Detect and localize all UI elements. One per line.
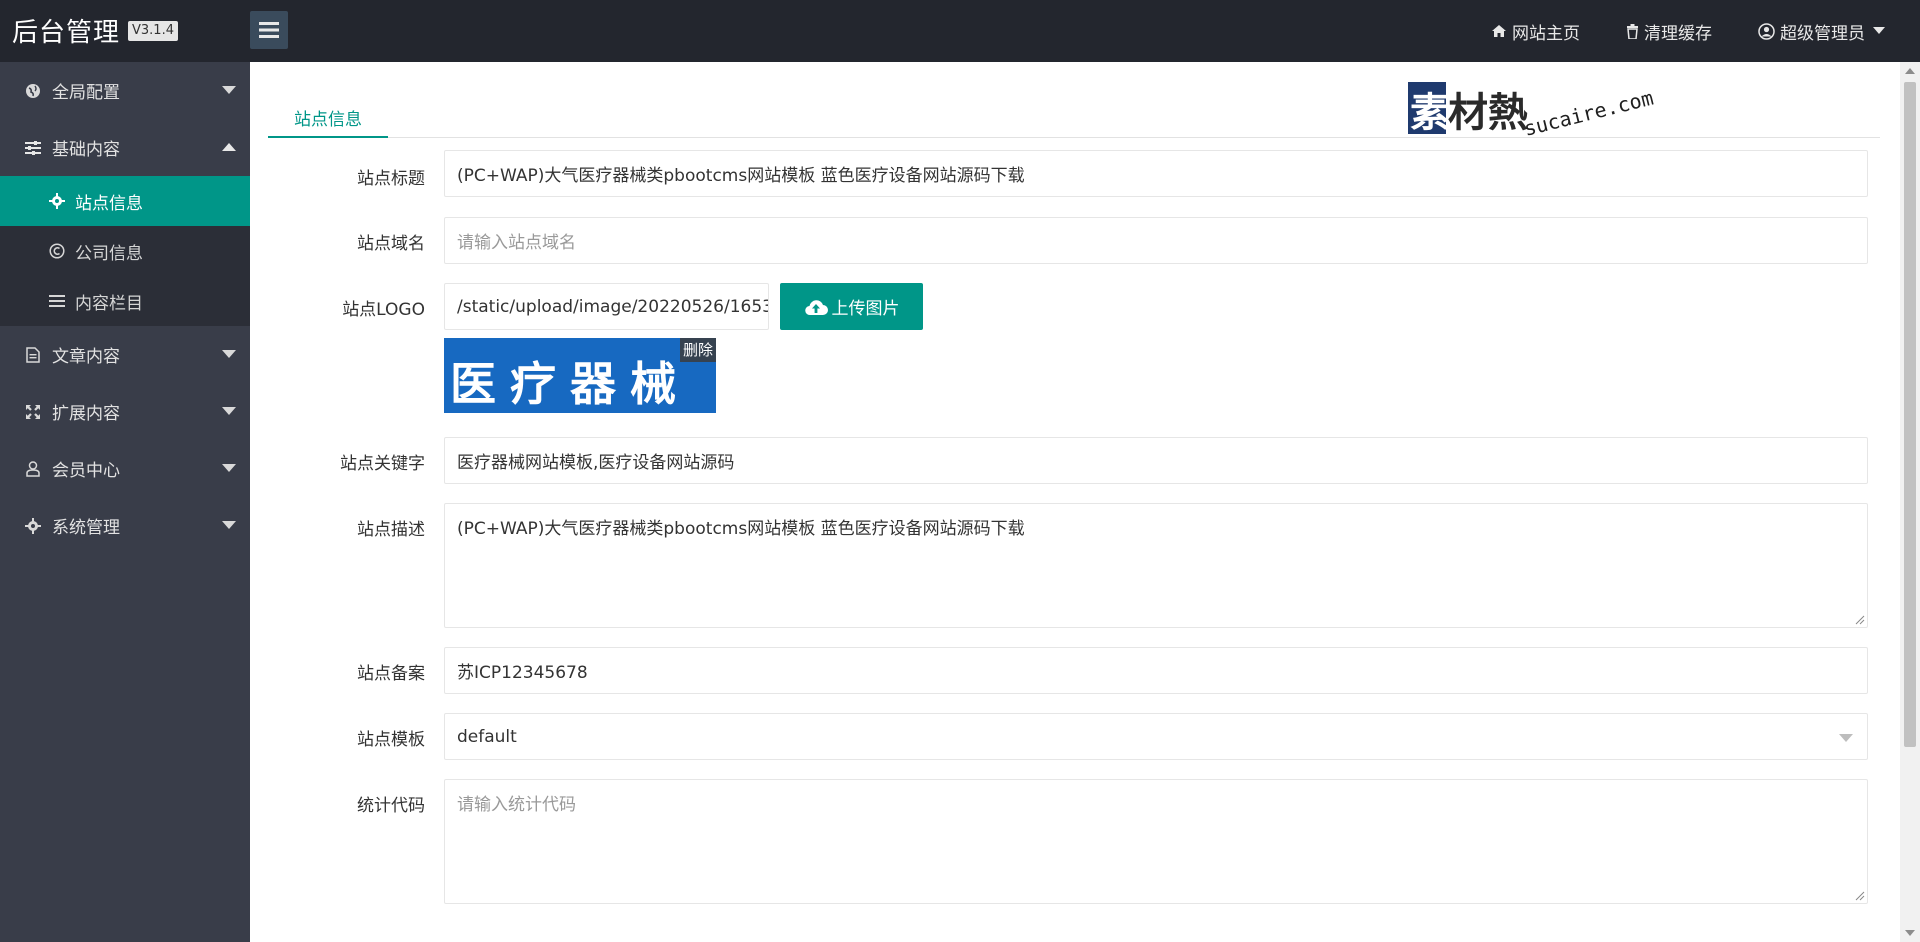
sidebar-item-content-columns[interactable]: 内容栏目 — [0, 276, 250, 326]
sidebar-group-article-content[interactable]: 文章内容 — [0, 326, 250, 383]
scroll-down-icon — [1905, 930, 1915, 936]
sidebar-group-label: 基础内容 — [52, 140, 120, 160]
logo-preview-text: 医疗器械 — [450, 357, 690, 411]
clear-cache-link[interactable]: 清理缓存 — [1626, 19, 1712, 44]
sidebar-item-label: 公司信息 — [75, 243, 143, 264]
chevron-down-icon — [222, 86, 236, 94]
sliders-icon — [24, 139, 42, 157]
sidebar-submenu-basic-content: 站点信息 公司信息 内容栏目 — [0, 176, 250, 326]
stats-code-label: 统计代码 — [357, 796, 425, 816]
main-content: 站点信息 素 材熱 sucaire.com 站点标题 (PC+WAP)大气医疗器… — [250, 62, 1900, 942]
user-icon — [24, 460, 42, 478]
logo-preview-image: 医疗器械 删除 — [444, 338, 716, 413]
user-circle-icon — [1758, 22, 1775, 40]
sidebar-item-site-info[interactable]: 站点信息 — [0, 176, 250, 226]
site-domain-input[interactable]: 请输入站点域名 — [444, 217, 1868, 264]
globe-icon — [24, 82, 42, 100]
watermark-logo: 素 材熱 sucaire.com — [1408, 74, 1668, 146]
sidebar-group-system-management[interactable]: 系统管理 — [0, 497, 250, 554]
document-icon — [24, 346, 42, 364]
sidebar-group-extend-content[interactable]: 扩展内容 — [0, 383, 250, 440]
tab-site-info[interactable]: 站点信息 — [268, 98, 388, 138]
site-domain-label: 站点域名 — [357, 234, 425, 254]
watermark-sub: sucaire.com — [1521, 86, 1655, 141]
user-name-label: 超级管理员 — [1780, 23, 1865, 44]
chevron-down-icon — [222, 521, 236, 529]
site-keywords-label: 站点关键字 — [340, 454, 425, 474]
clear-cache-label: 清理缓存 — [1644, 23, 1712, 44]
sidebar-group-label: 扩展内容 — [52, 404, 120, 424]
site-title-label: 站点标题 — [357, 169, 425, 189]
top-header: 后台管理 V3.1.4 网站主页 清理缓存 超级管理员 — [0, 0, 1920, 62]
version-badge: V3.1.4 — [128, 20, 178, 41]
logo-delete-button[interactable]: 删除 — [679, 338, 716, 362]
brand: 后台管理 V3.1.4 — [12, 12, 178, 49]
menu-toggle-button[interactable] — [250, 11, 288, 49]
sidebar-group-label: 文章内容 — [52, 347, 120, 367]
sidebar-group-label: 系统管理 — [52, 518, 120, 538]
sidebar: 全局配置 基础内容 站点信息 公司信息 内容栏目 文章内容 扩展内容 会员中心 … — [0, 62, 250, 942]
copyright-icon — [48, 242, 66, 260]
watermark-main-char: 素 — [1410, 90, 1450, 136]
sidebar-group-label: 会员中心 — [52, 461, 120, 481]
site-home-link[interactable]: 网站主页 — [1491, 19, 1580, 44]
chevron-down-icon — [222, 464, 236, 472]
app-title: 后台管理 — [12, 18, 121, 48]
stats-code-placeholder: 请输入统计代码 — [457, 795, 576, 815]
site-template-select[interactable]: default — [444, 713, 1868, 760]
home-icon — [1492, 25, 1506, 37]
vertical-scrollbar[interactable] — [1900, 62, 1920, 942]
expand-icon — [24, 403, 42, 421]
sidebar-item-label: 内容栏目 — [75, 293, 143, 314]
site-logo-label: 站点LOGO — [342, 300, 425, 320]
hamburger-icon — [259, 22, 279, 38]
upload-image-label: 上传图片 — [831, 299, 900, 319]
sidebar-group-global-config[interactable]: 全局配置 — [0, 62, 250, 119]
chevron-down-icon — [222, 350, 236, 358]
list-icon — [48, 292, 66, 310]
gear-icon — [24, 517, 42, 535]
site-icp-input[interactable]: 苏ICP12345678 — [444, 647, 1868, 694]
site-template-value: default — [457, 726, 517, 747]
watermark-rest: 材熱 — [1448, 90, 1528, 136]
chevron-down-icon — [1839, 734, 1853, 742]
chevron-up-icon — [222, 143, 236, 151]
scroll-up-icon — [1905, 68, 1915, 74]
header-links: 网站主页 清理缓存 超级管理员 — [1491, 0, 1920, 62]
chevron-down-icon — [1873, 27, 1885, 34]
resize-grip-icon — [1855, 891, 1865, 901]
sidebar-group-basic-content[interactable]: 基础内容 — [0, 119, 250, 176]
gear-icon — [48, 192, 66, 210]
chevron-down-icon — [222, 407, 236, 415]
site-icp-label: 站点备案 — [357, 664, 425, 684]
upload-image-button[interactable]: 上传图片 — [780, 283, 923, 330]
site-description-label: 站点描述 — [357, 520, 425, 540]
resize-grip-icon — [1855, 615, 1865, 625]
cloud-upload-icon — [804, 299, 828, 315]
site-template-label: 站点模板 — [357, 730, 425, 750]
sidebar-item-label: 站点信息 — [75, 193, 143, 214]
site-logo-input[interactable]: /static/upload/image/20220526/1653532 — [444, 283, 769, 330]
user-menu[interactable]: 超级管理员 — [1758, 19, 1890, 44]
site-keywords-input[interactable]: 医疗器械网站模板,医疗设备网站源码 — [444, 437, 1868, 484]
site-description-value: (PC+WAP)大气医疗器械类pbootcms网站模板 蓝色医疗设备网站源码下载 — [457, 519, 1025, 539]
sidebar-group-member-center[interactable]: 会员中心 — [0, 440, 250, 497]
site-home-label: 网站主页 — [1512, 23, 1580, 44]
sidebar-item-company-info[interactable]: 公司信息 — [0, 226, 250, 276]
stats-code-textarea[interactable]: 请输入统计代码 — [444, 779, 1868, 904]
trash-icon — [1627, 23, 1638, 39]
sidebar-group-label: 全局配置 — [52, 83, 120, 103]
scrollbar-thumb[interactable] — [1904, 82, 1916, 747]
site-title-input[interactable]: (PC+WAP)大气医疗器械类pbootcms网站模板 蓝色医疗设备网站源码下载 — [444, 150, 1868, 197]
site-description-textarea[interactable]: (PC+WAP)大气医疗器械类pbootcms网站模板 蓝色医疗设备网站源码下载 — [444, 503, 1868, 628]
